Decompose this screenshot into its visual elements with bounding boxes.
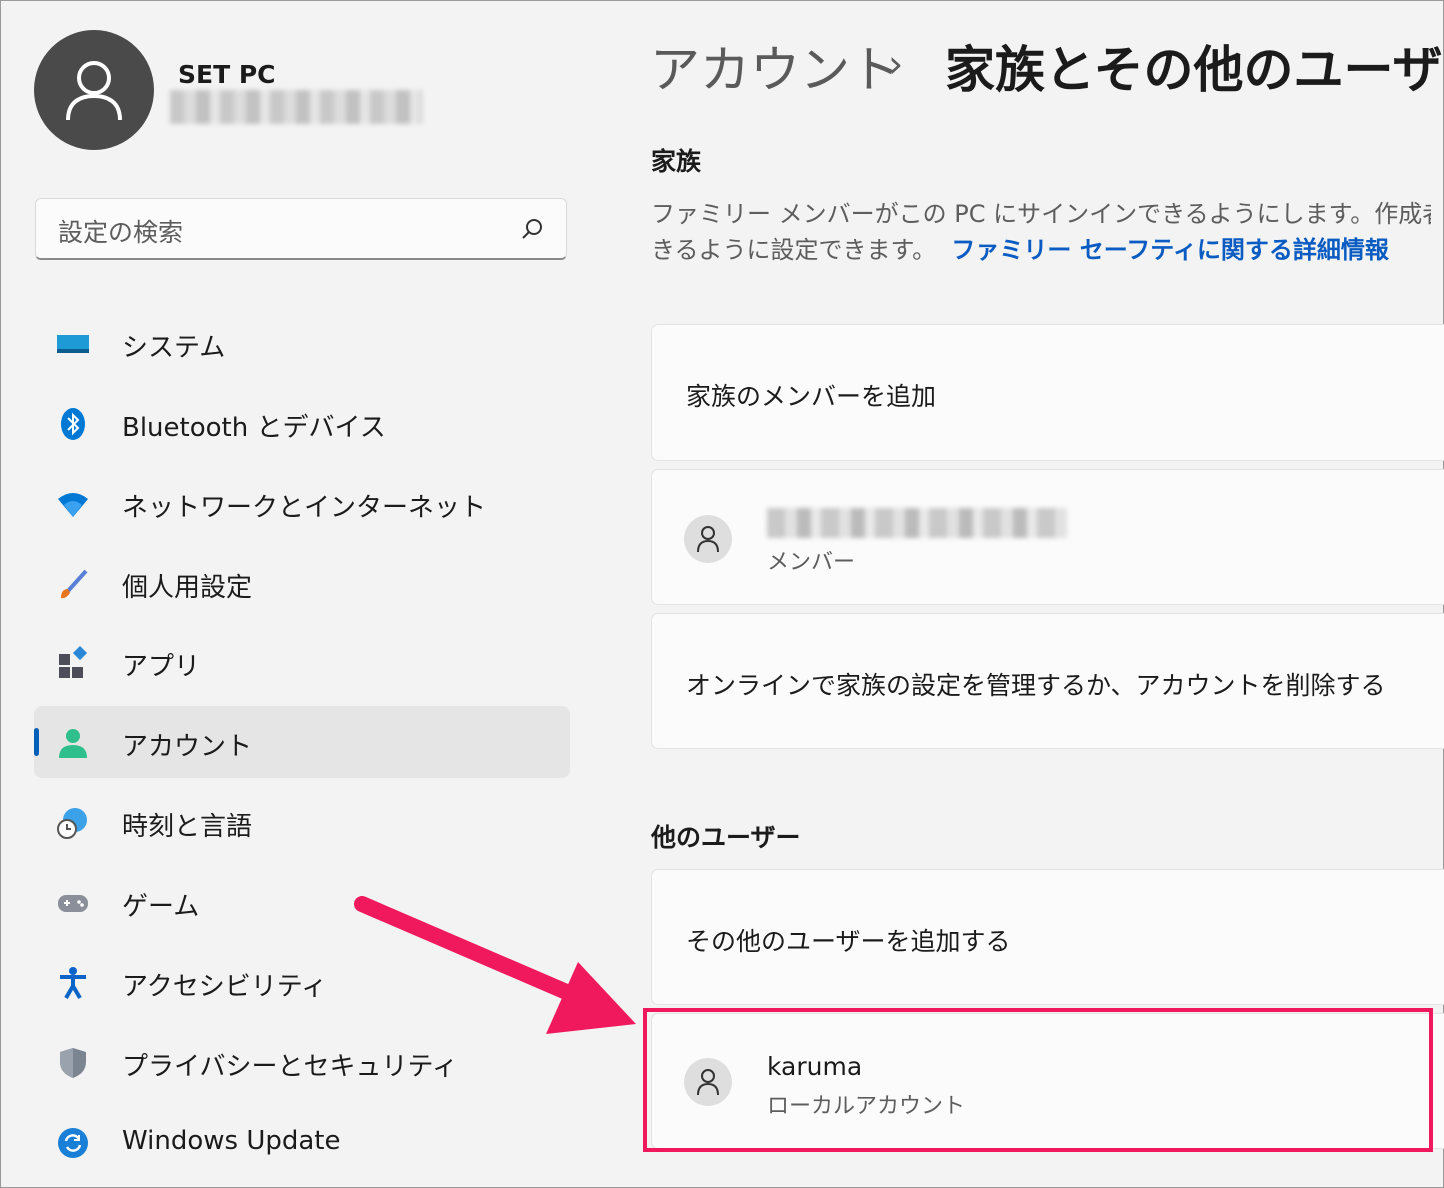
sidebar-item-label: ゲーム	[122, 892, 200, 922]
sidebar-item-label: Bluetooth とデバイス	[122, 413, 386, 443]
sidebar-item-label: アプリ	[122, 652, 201, 682]
account-icon	[59, 729, 87, 758]
monitor-icon	[57, 335, 89, 353]
search-input[interactable]: 設定の検索	[58, 213, 183, 249]
add-other-user-label: その他のユーザーを追加する	[686, 927, 1011, 956]
other-users-heading: 他のユーザー	[651, 823, 801, 852]
profile-avatar[interactable]	[34, 30, 154, 150]
user-name: karuma	[767, 1052, 863, 1081]
bluetooth-icon	[61, 408, 85, 440]
update-icon	[58, 1128, 88, 1158]
sidebar-item-label: ネットワークとインターネット	[122, 493, 487, 523]
sidebar-item-label: アカウント	[122, 732, 253, 762]
sidebar-item-privacy[interactable]: プライバシーとセキュリティ	[34, 1026, 570, 1098]
sidebar-item-label: 個人用設定	[122, 573, 253, 603]
profile-email-redacted	[170, 90, 422, 124]
shield-icon	[60, 1048, 86, 1078]
description-line: きるように設定できます。	[651, 236, 937, 264]
gamepad-icon	[58, 895, 88, 912]
family-safety-link[interactable]: ファミリー セーフティに関する詳細情報	[951, 236, 1388, 264]
manage-family-online-label: オンラインで家族の設定を管理するか、アカウントを削除する	[686, 671, 1386, 700]
person-icon	[66, 61, 122, 121]
local-user-card[interactable]: karuma ローカルアカウント	[651, 1013, 1444, 1149]
search-icon[interactable]	[520, 217, 544, 241]
user-account-type: ローカルアカウント	[767, 1094, 966, 1119]
person-icon	[697, 526, 719, 553]
brush-icon	[61, 569, 88, 599]
settings-search-box[interactable]: 設定の検索	[35, 198, 567, 260]
sidebar-item-label: アクセシビリティ	[122, 972, 328, 1002]
sidebar-item-gaming[interactable]: ゲーム	[34, 866, 570, 938]
sidebar-item-apps[interactable]: アプリ	[34, 626, 570, 698]
sidebar-item-network[interactable]: ネットワークとインターネット	[34, 467, 570, 539]
sidebar-item-accessibility[interactable]: アクセシビリティ	[34, 946, 570, 1018]
sidebar-item-system[interactable]: システム	[34, 307, 570, 379]
family-heading: 家族	[651, 147, 702, 176]
add-family-member-card[interactable]: 家族のメンバーを追加	[651, 324, 1444, 461]
sidebar-item-label: 時刻と言語	[122, 812, 253, 842]
sidebar-item-windows-update[interactable]: Windows Update	[34, 1106, 570, 1178]
page-title: 家族とその他のユーザー	[945, 41, 1444, 99]
active-indicator	[34, 728, 39, 756]
wifi-icon	[58, 493, 88, 517]
sidebar-item-label: Windows Update	[122, 1126, 341, 1156]
breadcrumb-parent[interactable]: アカウント	[650, 30, 900, 102]
globe-clock-icon	[57, 808, 87, 839]
family-member-card[interactable]: メンバー	[651, 469, 1444, 605]
user-avatar	[684, 1058, 732, 1106]
breadcrumb-chevron: ›	[888, 42, 904, 86]
member-avatar	[684, 515, 732, 563]
sidebar-item-bluetooth[interactable]: Bluetooth とデバイス	[34, 387, 570, 459]
member-role: メンバー	[767, 550, 856, 575]
apps-icon	[59, 646, 88, 678]
accessibility-icon	[60, 967, 86, 1000]
profile-name: SET PC	[178, 60, 276, 89]
sidebar-item-time-language[interactable]: 時刻と言語	[34, 786, 570, 858]
sidebar-item-personalization[interactable]: 個人用設定	[34, 547, 570, 619]
sidebar-item-label: プライバシーとセキュリティ	[122, 1052, 458, 1082]
add-other-user-card[interactable]: その他のユーザーを追加する	[651, 869, 1444, 1005]
sidebar-item-accounts[interactable]: アカウント	[34, 706, 570, 778]
description-line: ファミリー メンバーがこの PC にサインインできるようにします。作成者は、安全	[651, 200, 1431, 228]
sidebar-item-label: システム	[122, 333, 226, 363]
person-icon	[697, 1069, 719, 1096]
family-description: ファミリー メンバーがこの PC にサインインできるようにします。作成者は、安全…	[651, 196, 1431, 268]
manage-family-online-card[interactable]: オンラインで家族の設定を管理するか、アカウントを削除する	[651, 613, 1444, 749]
add-family-member-label: 家族のメンバーを追加	[686, 382, 937, 411]
member-name-redacted	[767, 508, 1067, 538]
